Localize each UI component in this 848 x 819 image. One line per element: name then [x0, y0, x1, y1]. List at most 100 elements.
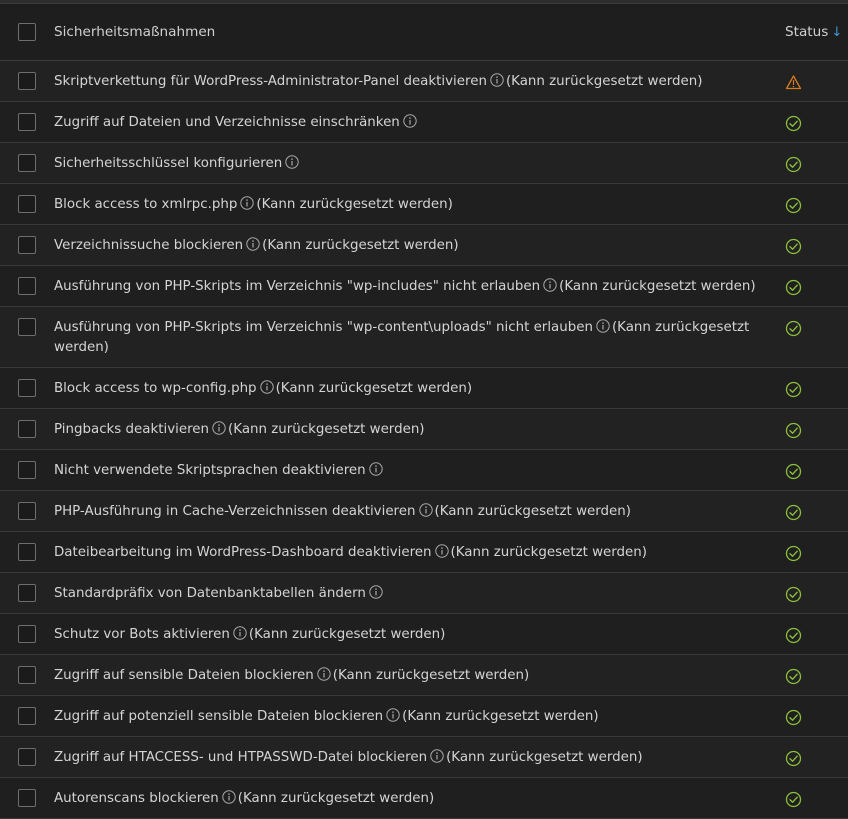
status-cell — [785, 72, 848, 91]
info-icon[interactable] — [369, 585, 383, 599]
revertible-note: (Kann zurückgesetzt werden) — [228, 422, 425, 437]
row-checkbox[interactable] — [18, 789, 36, 807]
status-cell — [785, 707, 848, 726]
measure-label: Verzeichnissuche blockieren — [54, 238, 244, 253]
status-cell — [785, 420, 848, 439]
revertible-note: (Kann zurückgesetzt werden) — [450, 545, 648, 560]
row-checkbox[interactable] — [18, 707, 36, 725]
row-checkbox[interactable] — [18, 318, 36, 336]
row-checkbox[interactable] — [18, 195, 36, 213]
table-row[interactable]: Dateibearbeitung im WordPress-Dashboard … — [0, 532, 848, 573]
row-checkbox[interactable] — [18, 748, 36, 766]
table-row[interactable]: Autorenscans blockieren (Kann zurückgeset… — [0, 778, 848, 819]
measure-description: Zugriff auf sensible Dateien blockieren (… — [54, 666, 785, 686]
info-icon[interactable] — [212, 421, 226, 435]
check-circle-icon — [785, 463, 802, 480]
revertible-note: (Kann zurückgesetzt werden) — [505, 74, 703, 89]
status-cell — [785, 584, 848, 603]
table-body: Skriptverkettung für WordPress-Administr… — [0, 61, 848, 819]
row-checkbox[interactable] — [18, 543, 36, 561]
check-circle-icon — [785, 668, 802, 685]
status-cell — [785, 113, 848, 132]
info-icon[interactable] — [403, 114, 417, 128]
row-checkbox[interactable] — [18, 113, 36, 131]
row-checkbox-cell — [0, 666, 54, 684]
measure-label: Pingbacks deaktivieren — [54, 422, 210, 437]
info-icon[interactable] — [368, 462, 383, 476]
info-icon[interactable] — [233, 626, 247, 640]
info-icon[interactable] — [259, 380, 274, 394]
row-checkbox[interactable] — [18, 666, 36, 684]
check-circle-icon — [785, 627, 802, 644]
column-header-status[interactable]: Status ↓ — [785, 24, 848, 40]
table-row[interactable]: Ausführung von PHP-Skripts im Verzeichni… — [0, 266, 848, 307]
row-checkbox[interactable] — [18, 461, 36, 479]
status-header-label: Status — [785, 24, 829, 40]
table-row[interactable]: Skriptverkettung für WordPress-Administr… — [0, 61, 848, 102]
info-icon[interactable] — [240, 196, 255, 210]
sort-descending-icon: ↓ — [831, 25, 843, 40]
table-row[interactable]: Zugriff auf sensible Dateien blockieren (… — [0, 655, 848, 696]
status-cell — [785, 277, 848, 296]
row-checkbox-cell — [0, 543, 54, 561]
row-checkbox[interactable] — [18, 379, 36, 397]
select-all-checkbox[interactable] — [18, 23, 36, 41]
table-row[interactable]: Standardpräfix von Datenbanktabellen änd… — [0, 573, 848, 614]
table-row[interactable]: Zugriff auf potenziell sensible Dateien … — [0, 696, 848, 737]
check-circle-icon — [785, 545, 802, 562]
table-row[interactable]: PHP-Ausführung in Cache-Verzeichnissen d… — [0, 491, 848, 532]
row-checkbox[interactable] — [18, 236, 36, 254]
row-checkbox-cell — [0, 748, 54, 766]
status-cell — [785, 318, 848, 337]
info-icon[interactable] — [246, 237, 260, 251]
check-circle-icon — [785, 586, 802, 603]
info-icon[interactable] — [490, 73, 504, 87]
info-icon[interactable] — [386, 708, 400, 722]
info-icon[interactable] — [285, 155, 299, 169]
measure-description: Schutz vor Bots aktivieren (Kann zurückge… — [54, 625, 785, 645]
row-checkbox[interactable] — [18, 625, 36, 643]
row-checkbox-cell — [0, 789, 54, 807]
table-row[interactable]: Ausführung von PHP-Skripts im Verzeichni… — [0, 307, 848, 368]
info-icon[interactable] — [434, 544, 449, 558]
info-icon[interactable] — [418, 503, 433, 517]
table-row[interactable]: Pingbacks deaktivieren (Kann zurückgesetz… — [0, 409, 848, 450]
row-checkbox[interactable] — [18, 72, 36, 90]
table-row[interactable]: Zugriff auf Dateien und Verzeichnisse ei… — [0, 102, 848, 143]
table-row[interactable]: Zugriff auf HTACCESS- und HTPASSWD-Datei… — [0, 737, 848, 778]
row-checkbox[interactable] — [18, 584, 36, 602]
row-checkbox-cell — [0, 625, 54, 643]
measure-label: Autorenscans blockieren — [54, 791, 219, 806]
table-row[interactable]: Block access to xmlrpc.php (Kann zurückge… — [0, 184, 848, 225]
table-row[interactable]: Sicherheitsschlüssel konfigurieren — [0, 143, 848, 184]
status-cell — [785, 379, 848, 398]
info-icon[interactable] — [317, 667, 331, 681]
revertible-note: (Kann zurückgesetzt werden) — [402, 709, 599, 724]
table-row[interactable]: Schutz vor Bots aktivieren (Kann zurückge… — [0, 614, 848, 655]
row-checkbox[interactable] — [18, 154, 36, 172]
measure-description: Zugriff auf HTACCESS- und HTPASSWD-Datei… — [54, 748, 785, 768]
check-circle-icon — [785, 750, 802, 767]
measure-label: Ausführung von PHP-Skripts im Verzeichni… — [54, 320, 593, 335]
measure-label: Zugriff auf HTACCESS- und HTPASSWD-Datei… — [54, 750, 428, 765]
info-icon[interactable] — [543, 278, 557, 292]
info-icon[interactable] — [222, 790, 236, 804]
info-icon[interactable] — [596, 319, 610, 333]
status-cell — [785, 666, 848, 685]
row-checkbox-cell — [0, 420, 54, 438]
measure-description: Block access to xmlrpc.php (Kann zurückge… — [54, 195, 785, 215]
info-icon[interactable] — [430, 749, 444, 763]
column-header-measures[interactable]: Sicherheitsmaßnahmen — [54, 22, 785, 42]
measure-description: Autorenscans blockieren (Kann zurückgeset… — [54, 789, 785, 809]
measure-description: Sicherheitsschlüssel konfigurieren — [54, 154, 785, 174]
table-row[interactable]: Verzeichnissuche blockieren (Kann zurückg… — [0, 225, 848, 266]
row-checkbox[interactable] — [18, 420, 36, 438]
status-cell — [785, 461, 848, 480]
row-checkbox[interactable] — [18, 502, 36, 520]
row-checkbox[interactable] — [18, 277, 36, 295]
status-cell — [785, 789, 848, 808]
table-row[interactable]: Block access to wp-config.php (Kann zurüc… — [0, 368, 848, 409]
revertible-note: (Kann zurückgesetzt werden) — [434, 504, 631, 519]
measure-description: Standardpräfix von Datenbanktabellen änd… — [54, 584, 785, 604]
table-row[interactable]: Nicht verwendete Skriptsprachen deaktivi… — [0, 450, 848, 491]
